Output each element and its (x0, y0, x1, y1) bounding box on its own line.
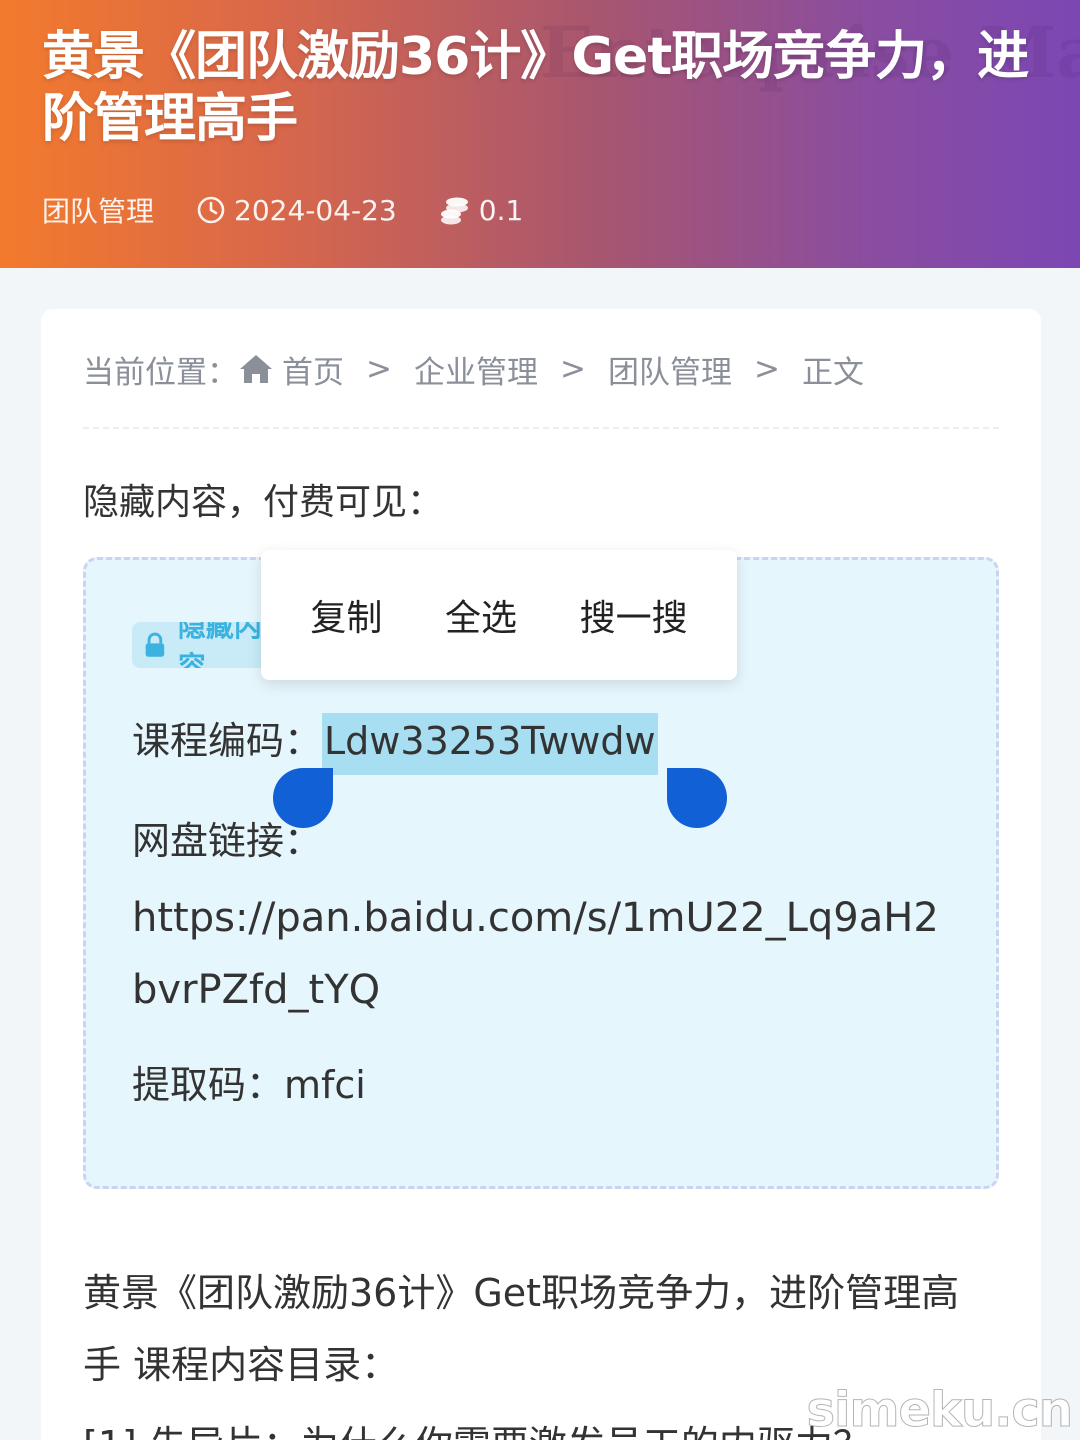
netdisk-link[interactable]: https://pan.baidu.com/s/1mU22_Lq9aH2bvrP… (132, 882, 952, 1026)
date-text: 2024-04-23 (234, 193, 397, 227)
category-link[interactable]: 团队管理 (42, 190, 154, 230)
home-icon (240, 355, 272, 383)
course-code-value[interactable]: Ldw33253Twwdw (322, 713, 658, 775)
clock-icon (197, 196, 225, 224)
text-selection-menu: 复制 全选 搜一搜 (261, 550, 737, 680)
breadcrumb-divider (83, 427, 999, 429)
breadcrumb: 当前位置： 首页 > 企业管理 > 团队管理 > 正文 (83, 347, 864, 391)
article-card: 当前位置： 首页 > 企业管理 > 团队管理 > 正文 隐藏内容，付费可见： 隐… (41, 309, 1041, 1440)
select-all-button[interactable]: 全选 (445, 589, 517, 641)
breadcrumb-item-team[interactable]: 团队管理 (608, 347, 732, 392)
breadcrumb-prefix: 当前位置： (83, 354, 238, 391)
category-label: 团队管理 (42, 195, 155, 228)
article-title: 黄景《团队激励36计》Get职场竞争力，进阶管理高手 (42, 27, 1029, 149)
breadcrumb-home-label: 首页 (282, 354, 344, 391)
extract-code-label: 提取码： (132, 1063, 285, 1107)
site-watermark: simeku.cn (806, 1382, 1074, 1439)
price-text: 0.1 (478, 193, 524, 227)
course-code-label: 课程编码： (132, 719, 323, 763)
course-code-row: 课程编码：Ldw33253Twwdw (132, 710, 658, 775)
breadcrumb-item-current: 正文 (801, 354, 864, 391)
selection-handle-start[interactable] (273, 768, 333, 828)
article-meta: 团队管理 2024-04-23 0.1 (42, 188, 523, 232)
coins-icon (440, 197, 468, 225)
hidden-content-intro: 隐藏内容，付费可见： (83, 482, 444, 523)
hidden-badge-label: 隐藏内容 (177, 622, 262, 668)
lock-icon (145, 632, 165, 657)
publish-date: 2024-04-23 (196, 194, 397, 227)
extract-code-row: 提取码：mfci (132, 1054, 366, 1109)
search-button[interactable]: 搜一搜 (580, 589, 688, 641)
article-summary: 黄景《团队激励36计》Get职场竞争力，进阶管理高手 课程内容目录： (83, 1271, 960, 1387)
extract-code-value[interactable]: mfci (284, 1063, 366, 1107)
breadcrumb-home[interactable]: 首页 (238, 347, 344, 392)
breadcrumb-separator: > (366, 351, 392, 387)
breadcrumb-separator: > (559, 351, 586, 387)
selection-handle-end[interactable] (667, 768, 727, 828)
price-info: 0.1 (439, 193, 524, 227)
hidden-content-badge: 隐藏内容 (132, 622, 272, 668)
breadcrumb-separator: > (753, 351, 780, 387)
article-header: Enterprise Management 黄景《团队激励36计》Get职场竞争… (0, 0, 1080, 268)
breadcrumb-item-enterprise[interactable]: 企业管理 (414, 347, 538, 392)
copy-button[interactable]: 复制 (310, 589, 382, 641)
